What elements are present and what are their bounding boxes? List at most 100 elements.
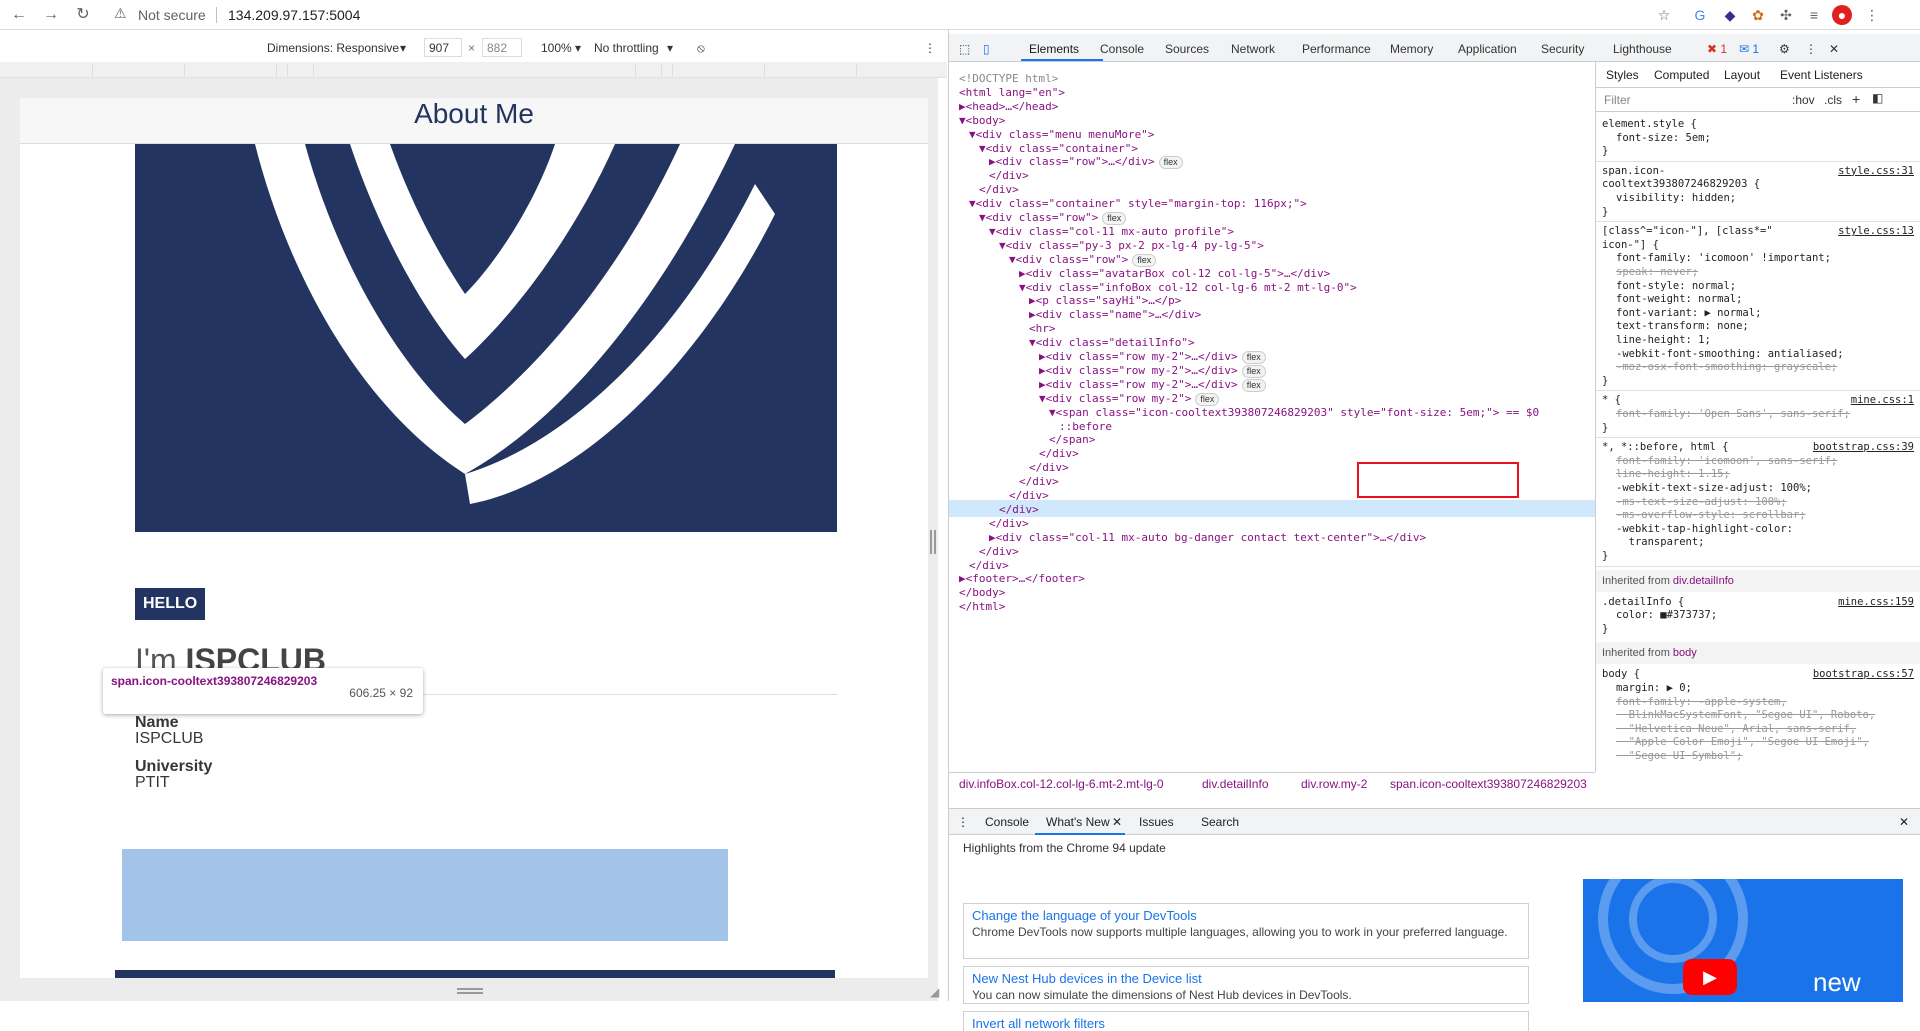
inspect-icon[interactable]: ⬚ xyxy=(959,42,970,56)
star-icon[interactable]: ☆ xyxy=(1654,5,1674,25)
css-line[interactable]: -webkit-tap-highlight-color: xyxy=(1616,523,1793,537)
inherited-element[interactable]: body xyxy=(1673,647,1697,659)
kebab-menu-icon[interactable]: ⋮ xyxy=(1805,42,1817,56)
dimensions-select[interactable]: Dimensions: Responsive xyxy=(267,41,399,55)
dom-node[interactable]: ▶<div class="col-11 mx-auto bg-danger co… xyxy=(989,529,1426,546)
profile-avatar-icon[interactable]: ● xyxy=(1832,5,1852,25)
css-line[interactable]: speak: never; xyxy=(1616,266,1698,280)
style-source-link[interactable]: bootstrap.css:57 xyxy=(1813,668,1914,680)
flex-badge[interactable]: flex xyxy=(1158,156,1183,170)
tab-security[interactable]: Security xyxy=(1541,42,1584,56)
hov-toggle[interactable]: :hov xyxy=(1792,93,1815,107)
media-query-ruler[interactable] xyxy=(0,62,947,78)
sidebar-toggle-icon[interactable]: ◧ xyxy=(1872,91,1883,105)
dom-node[interactable]: </html> xyxy=(959,598,1005,615)
dom-node[interactable]: ▼<span class="icon-cooltext3938072468292… xyxy=(1049,404,1539,421)
news-card[interactable]: New Nest Hub devices in the Device list … xyxy=(963,966,1529,1004)
kebab-menu-icon[interactable]: ⋮ xyxy=(957,815,969,829)
tab-network[interactable]: Network xyxy=(1231,42,1275,56)
tab-memory[interactable]: Memory xyxy=(1390,42,1433,56)
css-line[interactable]: cooltext393807246829203 { xyxy=(1602,178,1760,192)
css-line[interactable]: -ms-text-size-adjust: 100%; xyxy=(1616,496,1787,510)
css-line[interactable]: font-family: 'icomoon' !important; xyxy=(1616,252,1831,266)
message-count-badge[interactable]: ✉ 1 xyxy=(1739,42,1759,56)
css-line[interactable]: "Helvetica Neue", Arial, sans-serif, xyxy=(1616,723,1857,737)
drawer-tab-whats-new[interactable]: What's New xyxy=(1046,815,1110,829)
arrow-left-icon[interactable]: ← xyxy=(8,4,30,26)
css-line[interactable]: text-transform: none; xyxy=(1616,320,1749,334)
promo-video[interactable]: ▶ new xyxy=(1583,879,1903,1002)
tab-application[interactable]: Application xyxy=(1458,42,1517,56)
css-line[interactable]: } xyxy=(1602,206,1608,220)
close-icon[interactable]: ✕ xyxy=(1829,42,1839,56)
css-line[interactable]: font-family: 'icomoon', sans-serif; xyxy=(1616,455,1837,469)
css-line[interactable]: "Segoe UI Symbol"; xyxy=(1616,750,1743,764)
reload-icon[interactable]: ↻ xyxy=(72,4,94,26)
css-line[interactable]: BlinkMacSystemFont, "Segoe UI", Roboto, xyxy=(1616,709,1876,723)
news-title[interactable]: Invert all network filters xyxy=(972,1016,1520,1031)
css-line[interactable]: body { xyxy=(1602,668,1640,682)
url-text[interactable]: 134.209.97.157:5004 xyxy=(228,7,360,23)
kebab-menu-icon[interactable]: ⋮ xyxy=(1862,5,1882,25)
throttling-select[interactable]: No throttling xyxy=(594,41,659,55)
drawer-tab-issues[interactable]: Issues xyxy=(1139,815,1174,829)
reading-list-icon[interactable]: ≡ xyxy=(1804,5,1824,25)
css-line[interactable]: line-height: 1.15; xyxy=(1616,468,1730,482)
css-line[interactable]: -webkit-font-smoothing: antialiased; xyxy=(1616,348,1844,362)
news-title[interactable]: Change the language of your DevTools xyxy=(972,908,1520,923)
css-line[interactable]: font-weight: normal; xyxy=(1616,293,1742,307)
style-source-link[interactable]: style.css:31 xyxy=(1838,165,1914,177)
css-line[interactable]: } xyxy=(1602,623,1608,637)
css-line[interactable]: line-height: 1; xyxy=(1616,334,1711,348)
resize-handle[interactable] xyxy=(457,988,483,994)
css-line[interactable]: [class^="icon-"], [class*=" xyxy=(1602,225,1773,239)
zoom-select[interactable]: 100% xyxy=(541,41,572,55)
tab-styles[interactable]: Styles xyxy=(1606,68,1639,82)
security-label[interactable]: Not secure xyxy=(138,7,206,23)
tab-layout[interactable]: Layout xyxy=(1724,68,1760,82)
tab-elements[interactable]: Elements xyxy=(1029,42,1079,56)
css-line[interactable]: span.icon- xyxy=(1602,165,1665,179)
css-line[interactable]: -webkit-text-size-adjust: 100%; xyxy=(1616,482,1812,496)
device-toggle-icon[interactable]: ▯ xyxy=(983,42,990,56)
arrow-right-icon[interactable]: → xyxy=(40,4,62,26)
tab-lighthouse[interactable]: Lighthouse xyxy=(1613,42,1672,56)
css-line[interactable]: font-size: 5em; xyxy=(1616,132,1711,146)
css-line[interactable]: } xyxy=(1602,550,1608,564)
drawer-tab-console[interactable]: Console xyxy=(985,815,1029,829)
address-bar[interactable]: ⚠ Not secure 134.209.97.157:5004 xyxy=(106,4,1666,26)
css-line[interactable]: font-style: normal; xyxy=(1616,280,1736,294)
drawer-tab-search[interactable]: Search xyxy=(1201,815,1239,829)
puzzle-icon[interactable]: ✣ xyxy=(1776,5,1796,25)
tab-sources[interactable]: Sources xyxy=(1165,42,1209,56)
style-source-link[interactable]: mine.css:159 xyxy=(1838,596,1914,608)
news-card[interactable]: Invert all network filters xyxy=(963,1011,1529,1031)
corner-resize-icon[interactable]: ◢ xyxy=(930,985,939,999)
css-line[interactable]: font-family: 'Open Sans', sans-serif; xyxy=(1616,408,1850,422)
css-line[interactable]: transparent; xyxy=(1616,536,1705,550)
inherited-element[interactable]: div.detailInfo xyxy=(1673,575,1734,587)
play-icon[interactable]: ▶ xyxy=(1683,959,1737,995)
flex-badge[interactable]: flex xyxy=(1241,378,1266,392)
css-line[interactable]: icon-"] { xyxy=(1602,239,1659,253)
extension-icon[interactable]: ✿ xyxy=(1748,5,1768,25)
css-line[interactable]: font-variant: ▶ normal; xyxy=(1616,307,1761,321)
news-title[interactable]: New Nest Hub devices in the Device list xyxy=(972,971,1520,986)
css-line[interactable]: } xyxy=(1602,375,1608,389)
css-line[interactable]: element.style { xyxy=(1602,118,1697,132)
tab-console[interactable]: Console xyxy=(1100,42,1144,56)
css-line[interactable]: *, *::before, html { xyxy=(1602,441,1728,455)
cls-toggle[interactable]: .cls xyxy=(1824,93,1842,107)
split-handle[interactable] xyxy=(930,530,936,554)
add-rule-icon[interactable]: + xyxy=(1852,91,1860,107)
css-line[interactable]: } xyxy=(1602,422,1608,436)
css-line[interactable]: * { xyxy=(1602,394,1621,408)
css-line[interactable]: -moz-osx-font-smoothing: grayscale; xyxy=(1616,361,1837,375)
css-line[interactable]: } xyxy=(1602,145,1608,159)
width-input[interactable]: 907 xyxy=(424,38,462,57)
warning-icon[interactable]: ⚠ xyxy=(114,5,127,22)
kebab-menu-icon[interactable]: ⋮ xyxy=(924,41,936,55)
css-line[interactable]: margin: ▶ 0; xyxy=(1616,682,1692,696)
css-line[interactable]: .detailInfo { xyxy=(1602,596,1684,610)
close-icon[interactable]: ✕ xyxy=(1899,815,1909,829)
